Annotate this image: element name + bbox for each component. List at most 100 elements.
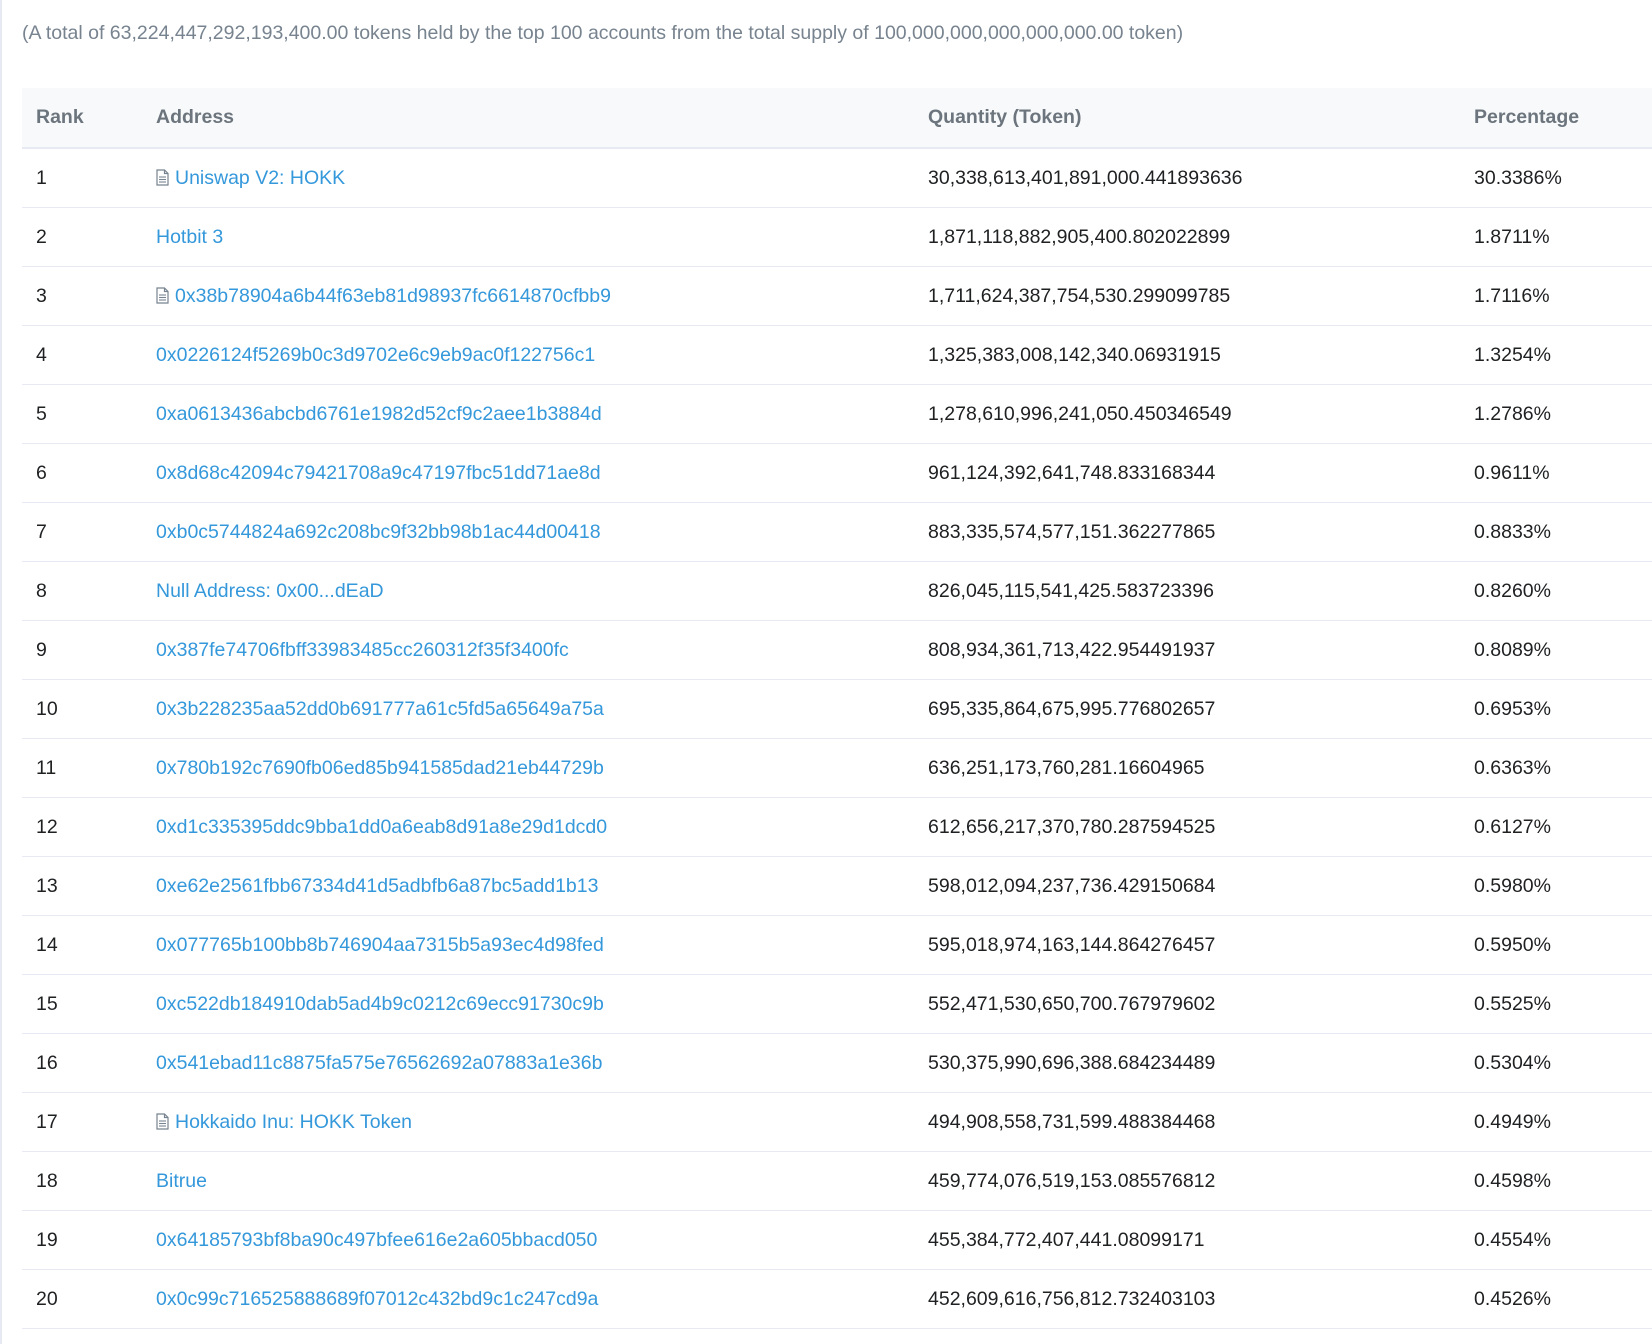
- token-holders-page: (A total of 63,224,447,292,193,400.00 to…: [0, 0, 1652, 1344]
- address-cell: 0x0c99c716525888689f07012c432bd9c1c247cd…: [142, 1269, 914, 1329]
- percentage-cell: 0.9611%: [1460, 443, 1652, 503]
- percentage-cell: 1.3254%: [1460, 325, 1652, 385]
- rank-cell: 15: [22, 974, 142, 1034]
- holder-address-link[interactable]: 0xb0c5744824a692c208bc9f32bb98b1ac44d004…: [156, 521, 601, 543]
- table-row: 19 0x64185793bf8ba90c497bfee616e2a605bbac…: [22, 1210, 1652, 1270]
- table-row: 2 Hotbit 3 1,871,118,882,905,400.802022899…: [22, 207, 1652, 267]
- percentage-cell: 0.4554%: [1460, 1210, 1652, 1270]
- holder-address-link[interactable]: 0x541ebad11c8875fa575e76562692a07883a1e3…: [156, 1052, 602, 1074]
- contract-document-icon: [156, 286, 169, 304]
- rank-cell: 12: [22, 797, 142, 857]
- percentage-cell: 0.4598%: [1460, 1151, 1652, 1211]
- rank-cell: 18: [22, 1151, 142, 1211]
- quantity-cell: 452,609,616,756,812.732403103: [914, 1269, 1460, 1329]
- address-cell: 0xb0c5744824a692c208bc9f32bb98b1ac44d004…: [142, 502, 914, 562]
- quantity-cell: 30,338,613,401,891,000.441893636: [914, 148, 1460, 208]
- quantity-cell: 552,471,530,650,700.767979602: [914, 974, 1460, 1034]
- address-cell: Uniswap V2: HOKK: [142, 148, 914, 208]
- quantity-cell: 695,335,864,675,995.776802657: [914, 679, 1460, 739]
- table-row: 5 0xa0613436abcbd6761e1982d52cf9c2aee1b38…: [22, 384, 1652, 444]
- holder-address-link[interactable]: 0x0226124f5269b0c3d9702e6c9eb9ac0f122756…: [156, 344, 595, 366]
- table-row: 4 0x0226124f5269b0c3d9702e6c9eb9ac0f12275…: [22, 325, 1652, 385]
- holder-address-link[interactable]: 0xd1c335395ddc9bba1dd0a6eab8d91a8e29d1dc…: [156, 816, 607, 838]
- rank-cell: 1: [22, 148, 142, 208]
- address-cell: 0xc522db184910dab5ad4b9c0212c69ecc91730c…: [142, 974, 914, 1034]
- percentage-cell: 0.5950%: [1460, 915, 1652, 975]
- rank-cell: 5: [22, 384, 142, 444]
- quantity-cell: 455,384,772,407,441.08099171: [914, 1210, 1460, 1270]
- rank-cell: 19: [22, 1210, 142, 1270]
- address-cell: Null Address: 0x00...dEaD: [142, 561, 914, 621]
- holder-address-link[interactable]: 0x8d68c42094c79421708a9c47197fbc51dd71ae…: [156, 462, 601, 484]
- holder-address-link[interactable]: 0x780b192c7690fb06ed85b941585dad21eb4472…: [156, 757, 604, 779]
- rank-cell: 13: [22, 856, 142, 916]
- table-row: 18 Bitrue 459,774,076,519,153.085576812 0.4…: [22, 1151, 1652, 1211]
- rank-cell: 2: [22, 207, 142, 267]
- rank-cell: 3: [22, 266, 142, 326]
- address-cell: 0xe62e2561fbb67334d41d5adbfb6a87bc5add1b…: [142, 856, 914, 916]
- table-row: 15 0xc522db184910dab5ad4b9c0212c69ecc9173…: [22, 974, 1652, 1034]
- holder-address-link[interactable]: 0xa0613436abcbd6761e1982d52cf9c2aee1b388…: [156, 403, 602, 425]
- percentage-cell: 0.8260%: [1460, 561, 1652, 621]
- holder-address-link[interactable]: Hokkaido Inu: HOKK Token: [175, 1111, 412, 1133]
- address-cell: 0x8d68c42094c79421708a9c47197fbc51dd71ae…: [142, 443, 914, 503]
- holder-address-link[interactable]: 0x3b228235aa52dd0b691777a61c5fd5a65649a7…: [156, 698, 604, 720]
- rank-cell: 20: [22, 1269, 142, 1329]
- table-row: 7 0xb0c5744824a692c208bc9f32bb98b1ac44d00…: [22, 502, 1652, 562]
- percentage-cell: 30.3386%: [1460, 148, 1652, 208]
- quantity-cell: 1,871,118,882,905,400.802022899: [914, 207, 1460, 267]
- column-header-address: Address: [142, 88, 914, 149]
- address-cell: 0x38b78904a6b44f63eb81d98937fc6614870cfb…: [142, 266, 914, 326]
- holder-address-link[interactable]: Uniswap V2: HOKK: [175, 167, 345, 189]
- quantity-cell: 1,278,610,996,241,050.450346549: [914, 384, 1460, 444]
- holder-address-link[interactable]: 0xe62e2561fbb67334d41d5adbfb6a87bc5add1b…: [156, 875, 598, 897]
- column-header-rank: Rank: [22, 88, 142, 149]
- quantity-cell: 530,375,990,696,388.684234489: [914, 1033, 1460, 1093]
- quantity-cell: 1,325,383,008,142,340.06931915: [914, 325, 1460, 385]
- percentage-cell: 0.5304%: [1460, 1033, 1652, 1093]
- holder-address-link[interactable]: 0x0c99c716525888689f07012c432bd9c1c247cd…: [156, 1288, 598, 1310]
- percentage-cell: 0.8089%: [1460, 620, 1652, 680]
- holder-address-link[interactable]: Null Address: 0x00...dEaD: [156, 580, 384, 602]
- table-row: 9 0x387fe74706fbff33983485cc260312f35f340…: [22, 620, 1652, 680]
- percentage-cell: 0.4526%: [1460, 1269, 1652, 1329]
- quantity-cell: 595,018,974,163,144.864276457: [914, 915, 1460, 975]
- contract-document-icon: [156, 168, 169, 186]
- percentage-cell: 1.8711%: [1460, 207, 1652, 267]
- address-cell: 0x0226124f5269b0c3d9702e6c9eb9ac0f122756…: [142, 325, 914, 385]
- address-cell: 0xa0613436abcbd6761e1982d52cf9c2aee1b388…: [142, 384, 914, 444]
- rank-cell: 16: [22, 1033, 142, 1093]
- percentage-cell: 0.6363%: [1460, 738, 1652, 798]
- percentage-cell: 0.6953%: [1460, 679, 1652, 739]
- address-cell: Bitrue: [142, 1151, 914, 1211]
- address-cell: 0x780b192c7690fb06ed85b941585dad21eb4472…: [142, 738, 914, 798]
- column-header-quantity: Quantity (Token): [914, 88, 1460, 149]
- table-row: 12 0xd1c335395ddc9bba1dd0a6eab8d91a8e29d1…: [22, 797, 1652, 857]
- table-row: 14 0x077765b100bb8b746904aa7315b5a93ec4d9…: [22, 915, 1652, 975]
- table-row: 8 Null Address: 0x00...dEaD 826,045,115,54…: [22, 561, 1652, 621]
- holder-address-link[interactable]: Hotbit 3: [156, 226, 223, 248]
- holder-address-link[interactable]: 0x387fe74706fbff33983485cc260312f35f3400…: [156, 639, 569, 661]
- rank-cell: 4: [22, 325, 142, 385]
- percentage-cell: 1.7116%: [1460, 266, 1652, 326]
- quantity-cell: 612,656,217,370,780.287594525: [914, 797, 1460, 857]
- address-cell: 0x387fe74706fbff33983485cc260312f35f3400…: [142, 620, 914, 680]
- rank-cell: 17: [22, 1092, 142, 1152]
- rank-cell: 6: [22, 443, 142, 503]
- holder-address-link[interactable]: Bitrue: [156, 1170, 207, 1192]
- holder-address-link[interactable]: 0x64185793bf8ba90c497bfee616e2a605bbacd0…: [156, 1229, 597, 1251]
- percentage-cell: 0.6127%: [1460, 797, 1652, 857]
- percentage-cell: 0.8833%: [1460, 502, 1652, 562]
- address-cell: 0x3b228235aa52dd0b691777a61c5fd5a65649a7…: [142, 679, 914, 739]
- holder-address-link[interactable]: 0x38b78904a6b44f63eb81d98937fc6614870cfb…: [175, 285, 611, 307]
- address-cell: 0x541ebad11c8875fa575e76562692a07883a1e3…: [142, 1033, 914, 1093]
- holder-address-link[interactable]: 0xc522db184910dab5ad4b9c0212c69ecc91730c…: [156, 993, 604, 1015]
- percentage-cell: 1.2786%: [1460, 384, 1652, 444]
- rank-cell: 7: [22, 502, 142, 562]
- table-row: 13 0xe62e2561fbb67334d41d5adbfb6a87bc5add…: [22, 856, 1652, 916]
- quantity-cell: 883,335,574,577,151.362277865: [914, 502, 1460, 562]
- holders-summary: (A total of 63,224,447,292,193,400.00 to…: [22, 22, 1184, 44]
- quantity-cell: 826,045,115,541,425.583723396: [914, 561, 1460, 621]
- holder-address-link[interactable]: 0x077765b100bb8b746904aa7315b5a93ec4d98f…: [156, 934, 604, 956]
- table-header-row: Rank Address Quantity (Token) Percentage: [22, 88, 1652, 149]
